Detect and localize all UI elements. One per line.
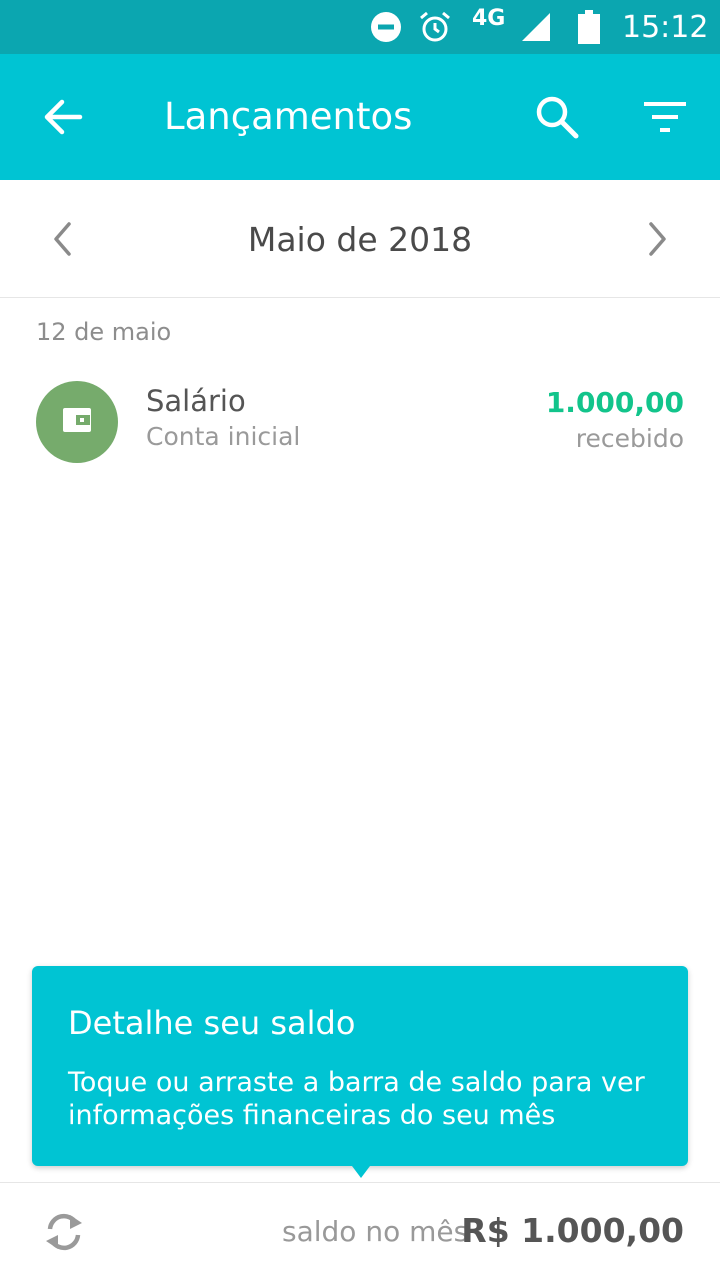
balance-label: saldo no mês — [282, 1215, 469, 1248]
signal-icon — [520, 0, 552, 54]
balance-tooltip[interactable]: Detalhe seu saldo Toque ou arraste a bar… — [32, 966, 688, 1178]
balance-bar[interactable]: saldo no mês R$ 1.000,00 — [0, 1182, 720, 1280]
network-type: 4G — [472, 6, 506, 31]
wallet-icon — [60, 405, 94, 439]
search-icon[interactable] — [532, 92, 582, 142]
transaction-row[interactable]: Salário Conta inicial 1.000,00 recebido — [0, 370, 720, 474]
transaction-name: Salário — [146, 384, 246, 418]
status-bar: 4G 15:12 — [0, 0, 720, 54]
tooltip-body: Toque ou arraste a barra de saldo para v… — [68, 1067, 645, 1131]
clock-time: 15:12 — [622, 9, 709, 45]
back-arrow-icon[interactable] — [40, 94, 86, 140]
category-avatar — [36, 381, 118, 463]
battery-icon — [578, 0, 600, 54]
tooltip-title: Detalhe seu saldo — [68, 1004, 356, 1042]
sync-icon[interactable] — [42, 1207, 86, 1257]
date-header: 12 de maio — [36, 318, 172, 346]
do-not-disturb-icon — [370, 0, 402, 54]
page-title: Lançamentos — [164, 95, 413, 138]
filter-icon[interactable] — [640, 94, 690, 140]
alarm-icon — [418, 0, 452, 54]
app-bar: Lançamentos — [0, 54, 720, 180]
transaction-account: Conta inicial — [146, 422, 301, 451]
tooltip-arrow — [352, 1166, 370, 1178]
transaction-amount: 1.000,00 — [545, 386, 684, 419]
current-month: Maio de 2018 — [247, 220, 473, 259]
balance-value: R$ 1.000,00 — [461, 1211, 684, 1250]
transaction-status: recebido — [575, 424, 684, 453]
month-navigator: Maio de 2018 — [0, 180, 720, 298]
chevron-right-icon[interactable] — [636, 214, 676, 264]
